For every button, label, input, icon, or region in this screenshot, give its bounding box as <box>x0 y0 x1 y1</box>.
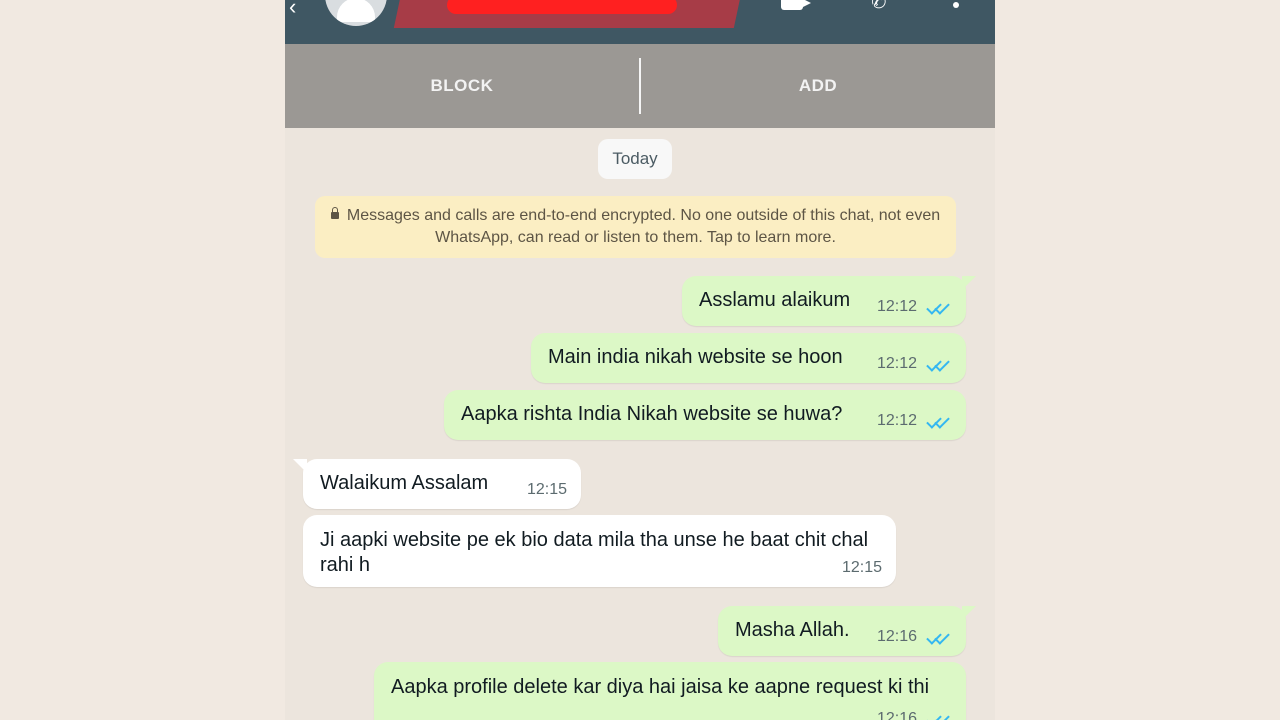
incoming-message[interactable]: Ji aapki website pe ek bio data mila tha… <box>303 515 896 587</box>
message-time: 12:16 <box>876 628 917 645</box>
double-check-read-icon <box>924 629 952 645</box>
avatar[interactable] <box>325 0 387 26</box>
double-check-read-icon <box>924 299 952 315</box>
redaction-mark <box>447 0 677 14</box>
message-meta: 12:12 <box>877 355 952 373</box>
unknown-contact-actions: BLOCK ADD <box>285 44 995 128</box>
message-meta: 12:12 <box>877 412 952 430</box>
message-time: 12:15 <box>526 481 567 498</box>
message-meta: 12:16 <box>877 710 952 720</box>
bubble-tail <box>293 459 307 473</box>
message-time: 12:16 <box>876 710 917 720</box>
encryption-notice[interactable]: Messages and calls are end-to-end encryp… <box>315 196 956 258</box>
add-contact-button[interactable]: ADD <box>641 44 995 128</box>
double-check-read-icon <box>924 413 952 429</box>
message-time: 12:12 <box>876 298 917 315</box>
phone-call-icon[interactable]: ✆ <box>869 0 889 15</box>
double-check-read-icon <box>924 711 952 720</box>
message-list[interactable]: Today Messages and calls are end-to-end … <box>285 128 995 720</box>
more-options-icon[interactable] <box>953 2 959 8</box>
avatar-body-shape <box>337 0 375 22</box>
message-text: Masha Allah. <box>735 619 850 641</box>
double-check-read-icon <box>924 356 952 372</box>
message-meta: 12:12 <box>877 298 952 316</box>
message-time: 12:12 <box>876 412 917 429</box>
message-meta: 12:15 <box>527 481 567 499</box>
outgoing-message[interactable]: Asslamu alaikum 12:12 <box>682 276 976 326</box>
back-arrow-icon[interactable]: ‹ <box>289 0 296 20</box>
outgoing-message[interactable]: Main india nikah website se hoon 12:12 <box>531 333 966 383</box>
video-call-icon[interactable] <box>781 0 811 10</box>
bubble-tail <box>962 606 976 620</box>
whatsapp-chat-screen: ‹ ✆ BLOCK ADD Today Messages and calls a… <box>285 0 995 720</box>
date-chip: Today <box>598 139 672 179</box>
message-text: Asslamu alaikum <box>699 289 851 311</box>
redacted-contact-name <box>393 0 741 42</box>
outgoing-message[interactable]: Aapka rishta India Nikah website se huwa… <box>444 390 966 440</box>
message-meta: 12:16 <box>877 628 952 646</box>
message-text: Aapka rishta India Nikah website se huwa… <box>461 403 843 425</box>
encryption-notice-text: Messages and calls are end-to-end encryp… <box>346 207 941 246</box>
chat-header: ‹ ✆ <box>285 0 995 44</box>
bubble-tail <box>962 276 976 290</box>
lock-icon <box>330 207 339 219</box>
message-text: Main india nikah website se hoon <box>548 346 843 368</box>
message-text: Aapka profile delete kar diya hai jaisa … <box>391 676 930 698</box>
message-meta: 12:15 <box>842 559 882 577</box>
incoming-message[interactable]: Walaikum Assalam 12:15 <box>293 459 581 509</box>
outgoing-message[interactable]: Aapka profile delete kar diya hai jaisa … <box>374 662 966 720</box>
outgoing-message[interactable]: Masha Allah. 12:16 <box>718 606 976 656</box>
message-text: Ji aapki website pe ek bio data mila tha… <box>320 529 869 576</box>
message-text: Walaikum Assalam <box>320 472 489 494</box>
block-button[interactable]: BLOCK <box>285 44 639 128</box>
message-time: 12:12 <box>876 355 917 372</box>
message-time: 12:15 <box>841 559 882 576</box>
